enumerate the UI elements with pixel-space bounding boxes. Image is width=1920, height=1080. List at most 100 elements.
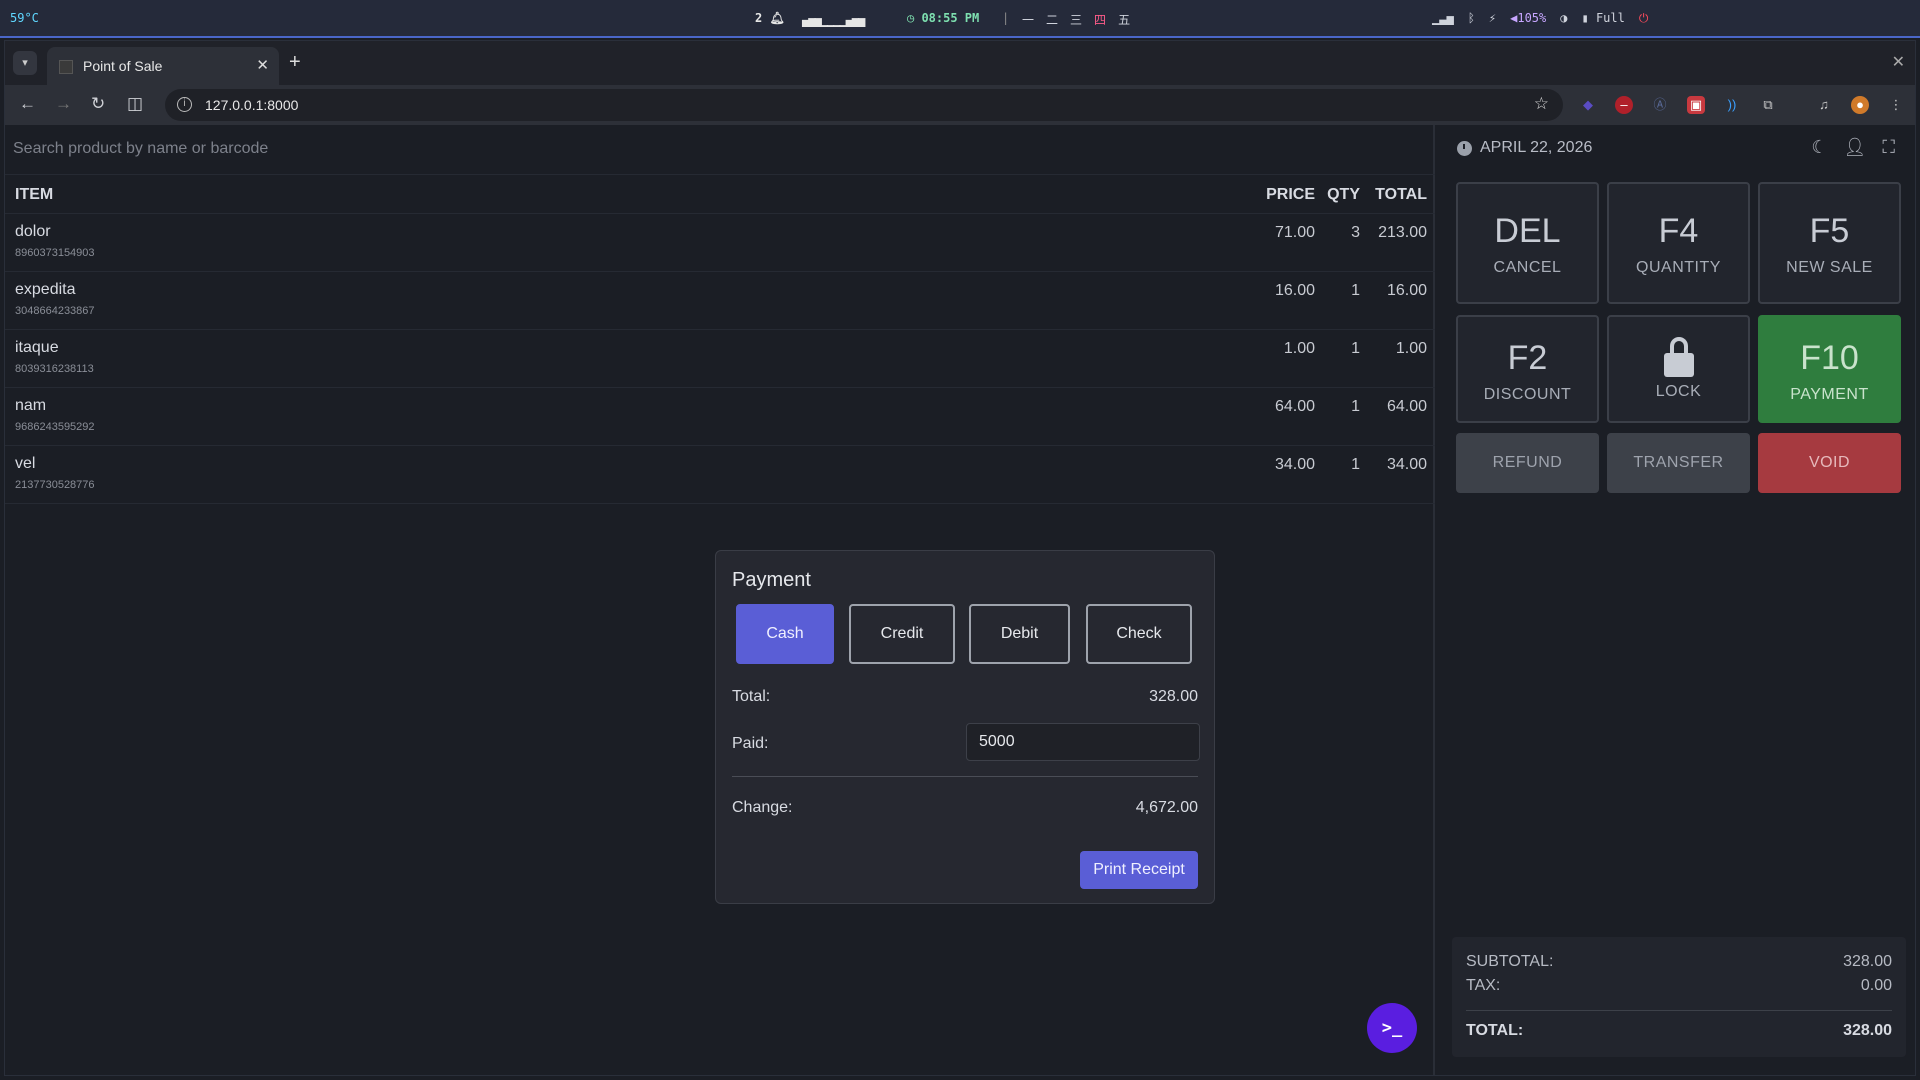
window-close-icon[interactable]: ✕ <box>1892 52 1905 72</box>
key-label: F2 <box>1507 339 1548 377</box>
item-qty: 3 <box>1351 224 1360 241</box>
address-bar[interactable]: i 127.0.0.1:8000 ☆ <box>165 89 1563 121</box>
payment-button[interactable]: F10 PAYMENT <box>1758 315 1901 423</box>
fullscreen-icon[interactable]: ⛶ <box>1882 137 1895 158</box>
item-barcode: 9686243595292 <box>15 421 95 433</box>
extension-icon-2[interactable]: – <box>1615 96 1633 114</box>
workspace-2[interactable]: 二 <box>1046 11 1058 28</box>
modal-total-label: Total: <box>732 688 771 705</box>
item-barcode: 8039316238113 <box>15 363 94 375</box>
item-total: 1.00 <box>1395 340 1427 357</box>
profile-avatar[interactable]: ● <box>1851 96 1869 114</box>
tab-bar: ▾ Point of Sale ✕ + ✕ <box>5 41 1915 85</box>
workspace-4[interactable]: 四 <box>1094 11 1106 28</box>
item-total: 34.00 <box>1386 456 1427 473</box>
cancel-button[interactable]: DEL CANCEL <box>1456 182 1599 304</box>
site-info-icon[interactable]: i <box>177 97 192 112</box>
change-label: Change: <box>732 799 793 816</box>
check-method-button[interactable]: Check <box>1086 604 1192 664</box>
terminal-fab-button[interactable]: >_ <box>1367 1003 1417 1053</box>
browser-window: ▾ Point of Sale ✕ + ✕ ← → ↻ ◫ i 127.0.0.… <box>4 40 1916 1076</box>
workspace-1[interactable]: 一 <box>1022 11 1034 28</box>
browser-toolbar: ← → ↻ ◫ i 127.0.0.1:8000 ☆ ◆ – Ⓐ ▣ )) ⧉ … <box>5 85 1915 125</box>
bell-icon: 🔔︎ <box>769 11 785 25</box>
forward-icon[interactable]: → <box>55 94 72 114</box>
product-search-input[interactable] <box>13 135 1423 163</box>
print-receipt-button[interactable]: Print Receipt <box>1080 851 1198 889</box>
col-qty: QTY <box>1327 186 1360 203</box>
transfer-button[interactable]: TRANSFER <box>1607 433 1750 493</box>
cpu-graph: ▄▅▅▁▁▁▁▄▅▅ <box>802 13 865 27</box>
new-sale-button[interactable]: F5 NEW SALE <box>1758 182 1901 304</box>
table-row[interactable]: vel 2137730528776 34.00 1 34.00 <box>5 446 1435 504</box>
key-label: F5 <box>1809 212 1850 250</box>
clock: ◷ 08:55 PM <box>907 11 980 25</box>
item-total: 16.00 <box>1386 282 1427 299</box>
current-date: APRIL 22, 2026 <box>1480 139 1593 156</box>
col-item: ITEM <box>15 186 54 203</box>
payment-modal: Payment Cash Credit Debit Check Total: 3… <box>715 550 1215 904</box>
discount-button[interactable]: F2 DISCOUNT <box>1456 315 1599 423</box>
void-button[interactable]: VOID <box>1758 433 1901 493</box>
extension-icon-5[interactable]: )) <box>1723 96 1741 114</box>
credit-method-button[interactable]: Credit <box>849 604 955 664</box>
table-row[interactable]: expedita 3048664233867 16.00 1 16.00 <box>5 272 1435 330</box>
key-label: F10 <box>1800 339 1859 377</box>
item-qty: 1 <box>1351 340 1360 357</box>
subtotal-label: SUBTOTAL: <box>1466 953 1554 970</box>
clock-icon <box>1457 140 1472 156</box>
workspace-switcher[interactable]: 一 二 三 四 五 <box>1022 11 1130 28</box>
new-tab-button[interactable]: + <box>289 51 301 74</box>
browser-tab[interactable]: Point of Sale ✕ <box>47 47 279 85</box>
key-action: DISCOUNT <box>1483 386 1572 403</box>
key-action: QUANTITY <box>1636 259 1721 276</box>
media-control-icon[interactable]: ♫ <box>1815 96 1833 114</box>
paid-label: Paid: <box>732 735 769 752</box>
paid-amount-input[interactable] <box>966 723 1200 761</box>
modal-total-value: 328.00 <box>1149 688 1198 705</box>
dark-mode-icon[interactable]: ☾ <box>1811 137 1827 158</box>
reload-icon[interactable]: ↻ <box>91 94 105 114</box>
extension-icon-3[interactable]: Ⓐ <box>1651 96 1669 114</box>
tab-title: Point of Sale <box>83 58 163 74</box>
control-panel: APRIL 22, 2026 ☾ 👤︎ ⛶ DEL CANCEL F4 QUAN… <box>1437 125 1915 1075</box>
back-icon[interactable]: ← <box>19 94 36 114</box>
debit-method-button[interactable]: Debit <box>969 604 1070 664</box>
subtotal-line: SUBTOTAL: 328.00 <box>1466 953 1892 971</box>
total-value: 328.00 <box>1843 1022 1892 1039</box>
tab-close-icon[interactable]: ✕ <box>256 56 269 74</box>
tab-list-button[interactable]: ▾ <box>13 51 37 75</box>
lock-button[interactable]: LOCK <box>1607 315 1750 423</box>
extension-icon-4[interactable]: ▣ <box>1687 96 1705 114</box>
notification-count[interactable]: 2 🔔︎ <box>755 11 785 25</box>
item-name: vel <box>15 455 36 472</box>
item-name: expedita <box>15 281 76 298</box>
cart-table-header: ITEM PRICE QTY TOTAL <box>5 174 1435 214</box>
split-view-icon[interactable]: ◫ <box>127 94 143 114</box>
item-total: 64.00 <box>1386 398 1427 415</box>
change-value: 4,672.00 <box>1135 799 1198 816</box>
key-label: DEL <box>1494 212 1561 250</box>
browser-menu-icon[interactable]: ⋮ <box>1887 96 1905 114</box>
tax-label: TAX: <box>1466 977 1501 994</box>
table-row[interactable]: itaque 8039316238113 1.00 1 1.00 <box>5 330 1435 388</box>
user-icon[interactable]: 👤︎ <box>1844 137 1867 158</box>
refund-button[interactable]: REFUND <box>1456 433 1599 493</box>
modal-divider <box>732 776 1198 777</box>
url-text[interactable]: 127.0.0.1:8000 <box>205 97 298 113</box>
extension-icon-1[interactable]: ◆ <box>1579 96 1597 114</box>
extensions-puzzle-icon[interactable]: ⧉ <box>1759 96 1777 114</box>
bookmark-star-icon[interactable]: ☆ <box>1534 94 1549 114</box>
key-action: CANCEL <box>1493 259 1562 276</box>
cash-method-button[interactable]: Cash <box>736 604 834 664</box>
workspace-5[interactable]: 五 <box>1118 11 1130 28</box>
item-price: 64.00 <box>1274 398 1315 415</box>
subtotal-value: 328.00 <box>1843 953 1892 970</box>
item-name: dolor <box>15 223 51 240</box>
os-top-bar: 59°C 2 🔔︎ ▄▅▅▁▁▁▁▄▅▅ ◷ 08:55 PM | 一 二 三 … <box>0 0 1920 38</box>
quantity-button[interactable]: F4 QUANTITY <box>1607 182 1750 304</box>
workspace-3[interactable]: 三 <box>1070 11 1082 28</box>
table-row[interactable]: nam 9686243595292 64.00 1 64.00 <box>5 388 1435 446</box>
lock-icon <box>1663 337 1694 379</box>
table-row[interactable]: dolor 8960373154903 71.00 3 213.00 <box>5 214 1435 272</box>
